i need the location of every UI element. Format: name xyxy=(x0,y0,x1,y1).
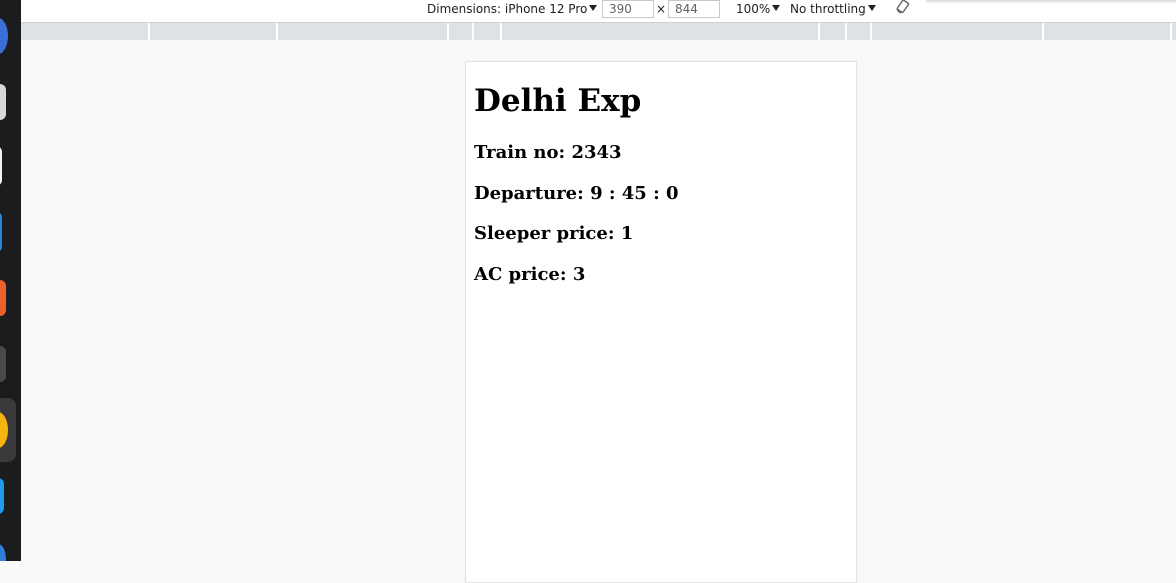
height-input[interactable]: 844 xyxy=(668,0,720,18)
vscode-app-icon[interactable] xyxy=(0,478,4,514)
media-query-divider xyxy=(845,23,847,40)
train-number-value: 2343 xyxy=(571,142,622,163)
rotate-icon[interactable] xyxy=(896,0,910,14)
code-app-icon[interactable] xyxy=(0,212,2,252)
ac-price-line: AC price: 3 xyxy=(474,264,585,286)
device-select-label: Dimensions: iPhone 12 Pro xyxy=(427,2,588,16)
sleeper-price-label: Sleeper price: xyxy=(474,223,615,244)
media-query-divider xyxy=(447,23,449,40)
ac-price-label: AC price: xyxy=(474,264,567,285)
zoom-select[interactable]: 100% xyxy=(736,2,781,16)
throttling-select-label: No throttling xyxy=(790,2,866,16)
media-query-bar[interactable] xyxy=(21,23,1176,40)
media-query-divider xyxy=(276,23,278,40)
device-select[interactable]: Dimensions: iPhone 12 Pro xyxy=(427,2,598,16)
train-name-heading: Delhi Exp xyxy=(474,83,642,119)
train-number-line: Train no: 2343 xyxy=(474,142,622,164)
terminal-app-icon[interactable] xyxy=(0,346,6,382)
toolbar-shadow xyxy=(926,0,1176,4)
media-query-divider xyxy=(500,23,502,40)
train-number-label: Train no: xyxy=(474,142,566,163)
files-app-icon[interactable] xyxy=(0,84,6,120)
chevron-down-icon xyxy=(772,5,781,11)
device-viewport: Delhi Exp Train no: 2343 Departure: 9 : … xyxy=(465,61,857,583)
sleeper-price-value: 1 xyxy=(620,223,634,244)
media-query-divider xyxy=(1042,23,1044,40)
ac-price-value: 3 xyxy=(572,264,586,285)
software-app-icon[interactable] xyxy=(0,280,6,316)
throttling-select[interactable]: No throttling xyxy=(790,2,876,16)
app-dock xyxy=(0,0,21,561)
app-icon[interactable] xyxy=(0,544,6,561)
width-input[interactable]: 390 xyxy=(602,0,654,18)
media-query-divider xyxy=(870,23,872,40)
browser-app-icon[interactable] xyxy=(0,18,8,54)
device-toolbar: Dimensions: iPhone 12 Pro 390 × 844 100%… xyxy=(21,0,1176,23)
departure-value: 9 : 45 : 0 xyxy=(590,183,679,204)
departure-line: Departure: 9 : 45 : 0 xyxy=(474,183,679,205)
media-query-divider xyxy=(1170,23,1172,40)
departure-label: Departure: xyxy=(474,183,584,204)
chevron-down-icon xyxy=(589,5,598,11)
zoom-select-label: 100% xyxy=(736,2,771,16)
dimension-separator: × xyxy=(656,2,667,16)
sleeper-price-line: Sleeper price: 1 xyxy=(474,223,633,245)
media-query-divider xyxy=(818,23,820,40)
text-editor-app-icon[interactable] xyxy=(0,146,2,186)
chevron-down-icon xyxy=(867,5,876,11)
media-query-divider xyxy=(472,23,474,40)
media-query-divider xyxy=(148,23,150,40)
